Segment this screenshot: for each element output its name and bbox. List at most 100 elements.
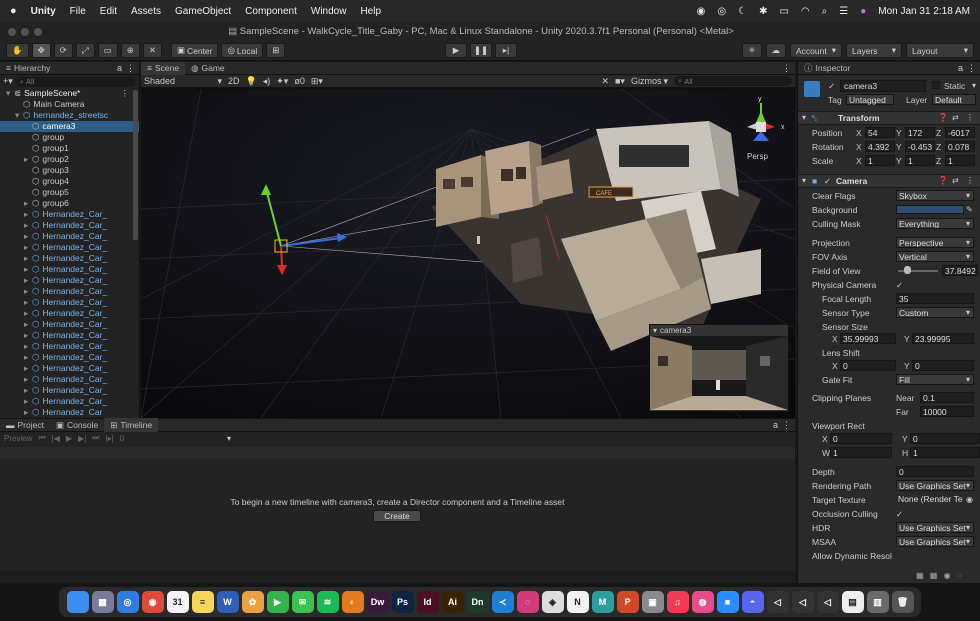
create-button[interactable]: Create [373,510,421,522]
instagram-icon[interactable]: ◌ [516,591,539,613]
chevron-down-icon[interactable]: ▾ [802,113,806,122]
expand-arrow-icon[interactable]: ▾ [15,110,23,121]
property-dropdown[interactable]: Use Graphics Set [896,536,974,547]
2d-toggle[interactable]: 2D [228,76,240,86]
property-dropdown[interactable]: Vertical [896,251,974,262]
property-dropdown[interactable]: Everything [896,218,974,229]
hierarchy-item[interactable]: ▾ ⬡ hernandez_streetsc [0,110,139,121]
spotify-icon[interactable]: ≋ [316,591,339,613]
more-icon[interactable]: ⋮ [121,88,130,99]
hierarchy-item[interactable]: ▸ ⬡ Hernandez_Car_ [0,275,139,286]
dribbble-icon[interactable]: ◍ [691,591,714,613]
preview-icon[interactable]: ▣ [641,591,664,613]
hierarchy-item[interactable]: ⬡ group4 [0,176,139,187]
chevron-down-icon[interactable]: ▾ [653,326,657,335]
chevron-down-icon[interactable]: ▾ [227,434,231,443]
hierarchy-item[interactable]: ▸ ⬡ Hernandez_Car_ [0,220,139,231]
play-timeline-icon[interactable]: ▶ [66,434,72,443]
layer-dropdown[interactable]: Default [932,94,976,105]
tab-hierarchy[interactable]: ≡ Hierarchy [0,61,56,75]
add-icon[interactable]: +▾ [3,76,13,87]
safari-icon[interactable]: ◎ [116,591,139,613]
tab-project[interactable]: ▬ Project [0,418,50,432]
tag-dropdown[interactable]: Untagged [846,94,894,105]
indesign-icon[interactable]: Id [416,591,439,613]
layers-dropdown[interactable]: Layers ▾ [846,43,902,58]
property-checkbox[interactable]: ✓ [896,280,903,291]
trash-icon[interactable]: 🗑 [891,591,914,613]
viewport-y-field[interactable]: 0 [910,433,980,444]
position-y-field[interactable]: 172 [905,127,935,138]
help-icon[interactable]: ❓ [938,176,948,185]
menu-component[interactable]: Component [245,6,297,17]
viewport-h-field[interactable]: 1 [910,447,980,458]
next-frame-icon[interactable]: ▶| [78,434,86,443]
pause-button[interactable]: ❚❚ [470,43,492,58]
hierarchy-item[interactable]: ⬡ Main Camera [0,99,139,110]
hierarchy-item[interactable]: ▸ ⬡ Hernandez_Car_ [0,363,139,374]
tab-inspector[interactable]: ⓘ Inspector [798,61,856,75]
tools-icon[interactable]: ✕ [601,76,609,87]
move-tool-icon[interactable]: ✥ [31,43,51,58]
last-frame-icon[interactable]: ⏭ [92,433,99,443]
enabled-checkbox[interactable]: ✓ [824,176,831,187]
property-dropdown[interactable]: Perspective [896,237,974,248]
active-checkbox[interactable]: ✓ [828,81,835,92]
wifi-icon[interactable]: ◠ [801,6,810,17]
lock-icon[interactable]: a [773,420,778,430]
illustrator-icon[interactable]: Ai [441,591,464,613]
fov-slider-handle[interactable] [904,266,911,274]
rotation-z-field[interactable]: 0.078 [945,141,975,152]
notifications-icon[interactable]: ▦ [930,571,938,580]
powerpoint-icon[interactable]: P [616,591,639,613]
calendar-icon[interactable]: 31 [166,591,189,613]
unity-icon[interactable]: ◈ [541,591,564,613]
creative-cloud-icon[interactable]: ◉ [697,6,706,17]
property-object-field[interactable]: None (Render Te [896,494,974,505]
hierarchy-item[interactable]: ▸ ⬡ Hernandez_Car_ [0,396,139,407]
shading-mode-dropdown[interactable]: Shaded ▾ [144,76,222,87]
rect-tool-icon[interactable]: ▭ [97,43,118,58]
expand-arrow-icon[interactable]: ▸ [24,352,32,363]
expand-arrow-icon[interactable]: ▸ [24,330,32,341]
hand-tool-icon[interactable]: ✋ [6,43,29,58]
expand-arrow-icon[interactable]: ▸ [24,286,32,297]
gizmos-dropdown[interactable]: Gizmos ▾ [631,76,668,87]
expand-arrow-icon[interactable]: ▸ [24,297,32,308]
expand-arrow-icon[interactable]: ▸ [24,198,32,209]
vscode-icon[interactable]: ≺ [491,591,514,613]
expand-arrow-icon[interactable]: ▸ [24,363,32,374]
spotlight-icon[interactable]: ⌕ [822,6,828,17]
pivot-center-button[interactable]: ▣ Center [170,43,219,58]
pivot-local-button[interactable]: ◎ Local [221,43,264,58]
property-dropdown[interactable]: Custom [896,307,974,318]
hierarchy-item[interactable]: ▸ ⬡ Hernandez_Car_ [0,209,139,220]
audio-icon[interactable]: ◂) [263,76,271,87]
viewport-w-field[interactable]: 1 [830,447,892,458]
hierarchy-item[interactable]: ▸ ⬡ Hernandez_Car_ [0,374,139,385]
scene-search[interactable]: ⌕ All [674,76,792,86]
play-button[interactable]: ▶ [445,43,467,58]
expand-arrow-icon[interactable]: ▸ [24,385,32,396]
sensor-y-field[interactable]: 23.99995 [912,333,974,344]
expand-arrow-icon[interactable]: ▸ [24,407,32,416]
cloud-icon[interactable]: ☁ [765,43,786,58]
hierarchy-item[interactable]: ▸ ⬡ Hernandez_Car_ [0,330,139,341]
persp-label[interactable]: Persp [747,152,768,161]
hierarchy-item[interactable]: ▸ ⬡ Hernandez_Car_ [0,242,139,253]
clock[interactable]: Mon Jan 31 2:18 AM [878,6,970,17]
expand-arrow-icon[interactable]: ▸ [24,396,32,407]
expand-arrow-icon[interactable]: ▸ [24,231,32,242]
lighting-icon[interactable]: 💡 [246,76,257,87]
status-icon[interactable]: ◎ [717,6,726,17]
first-frame-icon[interactable]: ⏮ [38,433,45,443]
unityhub1-icon[interactable]: ◁ [766,591,789,613]
document-icon[interactable]: ▤ [841,591,864,613]
hierarchy-item[interactable]: ▸ ⬡ Hernandez_Car_ [0,264,139,275]
more-icon[interactable]: ⋮ [966,176,974,185]
hierarchy-item[interactable]: ▾ ⋐ SampleScene* ⋮ [0,88,139,99]
launchpad-icon[interactable]: ▦ [91,591,114,613]
expand-arrow-icon[interactable]: ▸ [24,154,32,165]
tab-scene[interactable]: ≡ Scene [141,62,186,75]
rotate-tool-icon[interactable]: ⟳ [53,43,73,58]
